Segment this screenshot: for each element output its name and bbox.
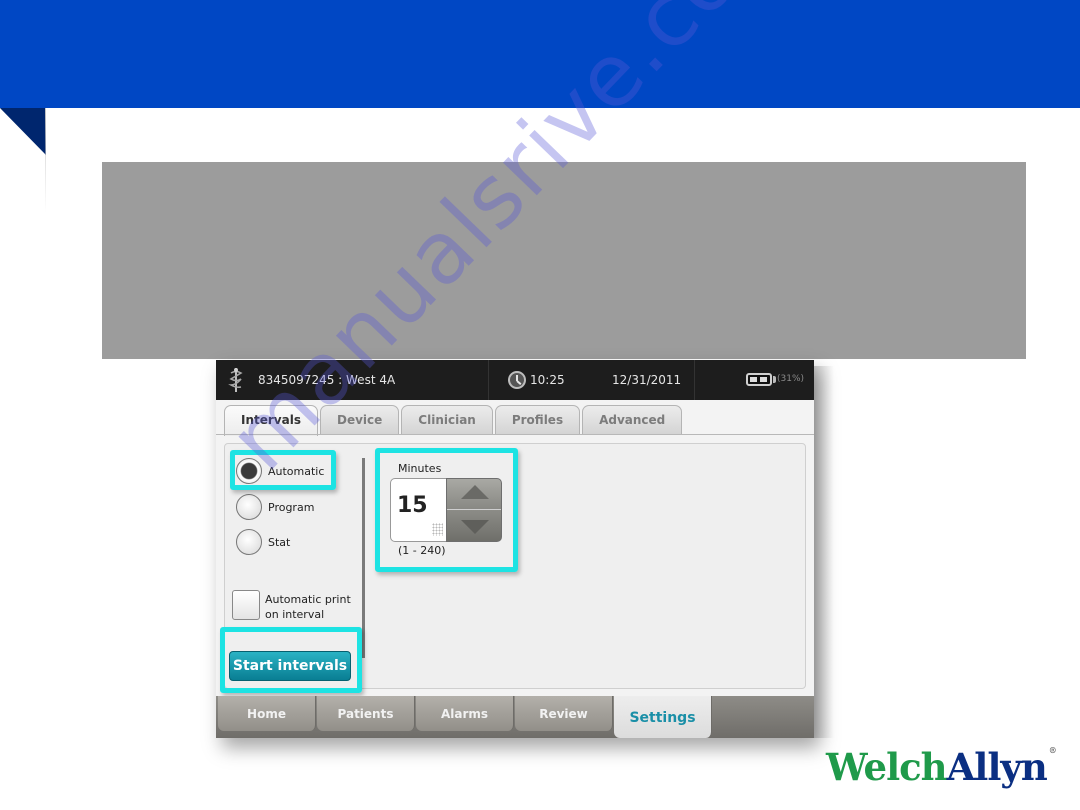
settings-tabs: Intervals Device Clinician Profiles Adva… [224, 405, 684, 436]
tab-baseline [216, 434, 814, 435]
panel-scrollbar[interactable] [362, 458, 365, 658]
radio-button[interactable] [236, 494, 262, 520]
auto-print-label-line2: on interval [265, 608, 325, 621]
battery-percent: (31%) [777, 374, 805, 384]
corner-divider [45, 108, 46, 213]
radio-label: Program [268, 500, 315, 514]
nav-settings[interactable]: Settings [614, 696, 712, 738]
battery-terminal [773, 376, 776, 383]
patient-id-location[interactable]: 8345097245 : West 4A [258, 373, 395, 387]
bottom-navigation: Home Patients Alarms Review Settings [216, 696, 814, 738]
clock-icon [508, 371, 526, 389]
highlight-minutes [375, 448, 518, 572]
auto-print-label-line1: Automatic print [265, 593, 351, 606]
status-bar: 8345097245 : West 4A 10:25 12/31/2011 (3… [216, 360, 814, 400]
time-display[interactable]: 10:25 [530, 373, 565, 387]
status-divider [488, 360, 489, 400]
radio-label: Stat [268, 535, 291, 549]
radio-button[interactable] [236, 529, 262, 555]
auto-print-checkbox[interactable] [232, 590, 260, 620]
auto-print-label: Automatic print on interval [265, 592, 355, 622]
slide: 8345097245 : West 4A 10:25 12/31/2011 (3… [0, 0, 1080, 810]
highlight-automatic [230, 450, 336, 490]
tab-intervals[interactable]: Intervals [224, 405, 318, 436]
logo-allyn: Allyn [946, 745, 1048, 789]
tab-advanced[interactable]: Advanced [582, 405, 683, 434]
device-screen: 8345097245 : West 4A 10:25 12/31/2011 (3… [216, 360, 814, 738]
logo-welch: Welch [826, 745, 948, 789]
status-divider [694, 360, 695, 400]
title-band [0, 0, 1080, 108]
tab-clinician[interactable]: Clinician [401, 405, 493, 434]
tab-profiles[interactable]: Profiles [494, 405, 581, 434]
nav-patients[interactable]: Patients [317, 696, 415, 731]
radio-program[interactable]: Program [236, 494, 314, 520]
caduceus-icon [228, 368, 243, 392]
text-placeholder-panel [102, 162, 1026, 359]
nav-review[interactable]: Review [515, 696, 613, 731]
battery-icon [746, 373, 772, 386]
device-bezel-edge [814, 366, 834, 738]
date-display[interactable]: 12/31/2011 [612, 373, 681, 387]
radio-stat[interactable]: Stat [236, 529, 290, 555]
registered-mark: ® [1048, 745, 1057, 755]
tab-device[interactable]: Device [319, 405, 400, 434]
nav-alarms[interactable]: Alarms [416, 696, 514, 731]
welch-allyn-logo: WelchAllyn ® [826, 745, 1057, 789]
highlight-start-intervals [220, 627, 362, 693]
nav-home[interactable]: Home [218, 696, 316, 731]
corner-accent [0, 108, 46, 155]
